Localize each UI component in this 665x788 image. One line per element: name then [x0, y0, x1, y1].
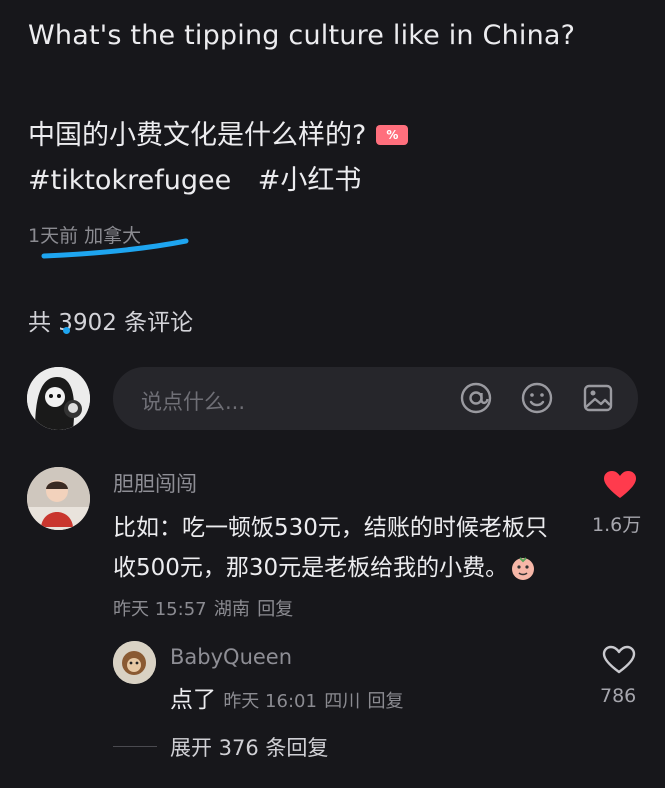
divider: [113, 746, 157, 747]
avatar[interactable]: [113, 641, 156, 684]
tag-link[interactable]: #tiktokrefugee: [28, 165, 231, 196]
avatar[interactable]: [27, 367, 90, 430]
post-tags: #tiktokrefugee #小红书: [28, 158, 379, 197]
emoji-icon[interactable]: [520, 381, 554, 415]
comment-location: 湖南: [213, 599, 250, 620]
sticker-icon: [510, 554, 536, 580]
reply-body: 点了 昨天 16:01 四川 回复: [170, 680, 404, 714]
highlight-underline: [41, 238, 189, 259]
highlight-dot: [63, 327, 70, 334]
comment-author[interactable]: 胆胆闯闯: [113, 468, 197, 498]
money-icon: %: [376, 124, 409, 145]
post-title-cn-text: 中国的小费文化是什么样的?: [28, 120, 367, 151]
comment-body: 比如：吃一顿饭530元，结账的时候老板只收500元，那30元是老板给我的小费。昨…: [113, 508, 553, 630]
reply-author[interactable]: BabyQueen: [170, 645, 292, 669]
like-count: 1.6万: [592, 514, 642, 536]
tag-link[interactable]: #小红书: [258, 165, 362, 196]
reply-like-count: 786: [600, 685, 637, 707]
post-title-cn: 中国的小费文化是什么样的?%: [28, 113, 409, 152]
comment-input-placeholder: 说点什么...: [141, 390, 246, 414]
image-icon[interactable]: [581, 381, 615, 415]
reply-button[interactable]: 回复: [257, 599, 293, 620]
reply-text: 点了: [170, 687, 216, 713]
comment-count: 共 3902 条评论: [28, 310, 194, 336]
expand-replies-button[interactable]: 展开 376 条回复: [170, 732, 328, 762]
comment-input[interactable]: 说点什么...: [113, 367, 638, 430]
comment-time: 昨天 15:57: [113, 599, 207, 620]
at-icon[interactable]: [459, 381, 493, 415]
heart-outline-icon[interactable]: [602, 645, 636, 675]
heart-filled-icon[interactable]: [603, 470, 637, 500]
reply-time: 昨天 16:01: [223, 691, 317, 712]
reply-button[interactable]: 回复: [368, 691, 404, 712]
comment-text: 比如：吃一顿饭530元，结账的时候老板只收500元，那30元是老板给我的小费。: [113, 515, 548, 581]
reply-location: 四川: [324, 691, 361, 712]
avatar[interactable]: [27, 467, 90, 530]
post-title-en: What's the tipping culture like in China…: [28, 20, 576, 51]
